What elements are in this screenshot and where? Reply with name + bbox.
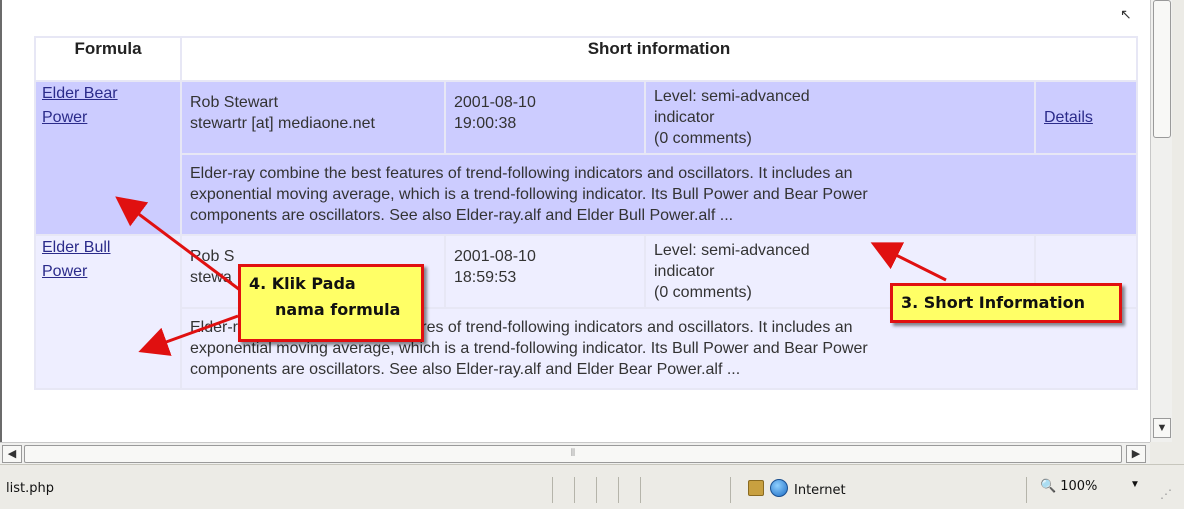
- kind-value: indicator: [654, 263, 715, 280]
- description-line: components are oscillators. See also Eld…: [190, 207, 734, 224]
- zoom-control[interactable]: 🔍 100%: [1040, 479, 1097, 494]
- zoom-level: 100%: [1060, 479, 1098, 494]
- magnifier-icon: 🔍: [1040, 479, 1057, 494]
- status-separator: [552, 477, 553, 503]
- date-cell: 2001-08-10 19:00:38: [444, 80, 646, 155]
- column-header-short-information: Short information: [180, 36, 1138, 82]
- scroll-right-arrow-icon[interactable]: ▶: [1126, 445, 1146, 463]
- scrollbar-corner: [1150, 442, 1184, 464]
- zone-label: Internet: [794, 483, 846, 498]
- column-header-formula: Formula: [34, 36, 182, 82]
- security-zone[interactable]: Internet: [748, 479, 846, 498]
- table-row: Elder-ray combine the best features of t…: [35, 153, 1138, 236]
- formula-link-line: Elder Bear: [42, 85, 118, 102]
- author-name: Rob Stewart: [190, 94, 279, 111]
- date-value: 2001-08-10: [454, 94, 536, 111]
- resize-grip-icon[interactable]: ⋰: [1160, 487, 1172, 501]
- level-value: Level: semi-advanced: [654, 88, 810, 105]
- window-frame: [1172, 0, 1184, 442]
- comments-count: (0 comments): [654, 284, 752, 301]
- table-row: Elder Bear Power Rob Stewart stewartr [a…: [34, 80, 1138, 236]
- formula-link-line: Elder Bull: [42, 239, 111, 256]
- author-email: stewartr [at] mediaone.net: [190, 115, 375, 132]
- lock-icon: [748, 480, 764, 496]
- author-email: stewa: [190, 269, 232, 286]
- formula-cell: Elder Bull Power: [34, 234, 182, 390]
- date-value: 2001-08-10: [454, 248, 536, 265]
- status-separator: [574, 477, 575, 503]
- status-bar: list.php Internet 🔍 100% ▼ ⋰: [0, 464, 1184, 509]
- vertical-scroll-thumb[interactable]: [1153, 0, 1171, 138]
- formula-link-line: Power: [42, 263, 88, 280]
- formula-cell: Elder Bear Power: [34, 80, 182, 236]
- status-separator: [596, 477, 597, 503]
- status-separator: [1026, 477, 1027, 503]
- comments-count: (0 comments): [654, 130, 752, 147]
- date-cell: 2001-08-10 18:59:53: [444, 234, 646, 309]
- author-cell: Rob Stewart stewartr [at] mediaone.net: [180, 80, 446, 155]
- vertical-scrollbar[interactable]: ▼: [1150, 0, 1173, 442]
- status-separator: [640, 477, 641, 503]
- level-value: Level: semi-advanced: [654, 242, 810, 259]
- kind-value: indicator: [654, 109, 715, 126]
- annotation-callout-click-formula: 4. Klik Pada nama formula: [238, 264, 424, 342]
- page-viewport: ↖ Formula Short information Elder Bear P…: [0, 0, 1152, 442]
- callout-text: 4. Klik Pada: [249, 274, 356, 293]
- level-cell: Level: semi-advanced indicator (0 commen…: [644, 80, 1036, 155]
- description-line: Elder-ray combine the best features of t…: [190, 165, 853, 182]
- description-cell: Elder-ray combine the best features of t…: [180, 153, 1138, 236]
- details-cell: Details: [1034, 80, 1138, 155]
- description-line: components are oscillators. See also Eld…: [190, 361, 741, 378]
- scroll-down-arrow-icon[interactable]: ▼: [1153, 418, 1171, 438]
- time-value: 18:59:53: [454, 269, 517, 286]
- formula-link-line: Power: [42, 109, 88, 126]
- time-value: 19:00:38: [454, 115, 517, 132]
- zoom-dropdown-icon[interactable]: ▼: [1130, 479, 1140, 490]
- description-line: exponential moving average, which is a t…: [190, 186, 868, 203]
- author-name: Rob S: [190, 248, 235, 265]
- table-header-row: Formula Short information: [34, 36, 1138, 82]
- globe-icon: [770, 479, 788, 497]
- status-url: list.php: [6, 481, 54, 496]
- mouse-cursor-icon: ↖: [1120, 6, 1132, 22]
- formula-table: Formula Short information Elder Bear Pow…: [34, 36, 1138, 390]
- details-link[interactable]: Details: [1044, 109, 1093, 126]
- scroll-left-arrow-icon[interactable]: ◀: [2, 445, 22, 463]
- status-separator: [618, 477, 619, 503]
- horizontal-scrollbar[interactable]: ◀ ⦀ ▶: [0, 442, 1150, 465]
- horizontal-scroll-thumb[interactable]: ⦀: [24, 445, 1122, 463]
- formula-link-elder-bear-power[interactable]: Elder Bear Power: [42, 85, 118, 126]
- callout-text: nama formula: [275, 300, 401, 319]
- status-separator: [730, 477, 731, 503]
- description-line: exponential moving average, which is a t…: [190, 340, 868, 357]
- formula-link-elder-bull-power[interactable]: Elder Bull Power: [42, 239, 110, 280]
- annotation-callout-short-information: 3. Short Information: [890, 283, 1122, 323]
